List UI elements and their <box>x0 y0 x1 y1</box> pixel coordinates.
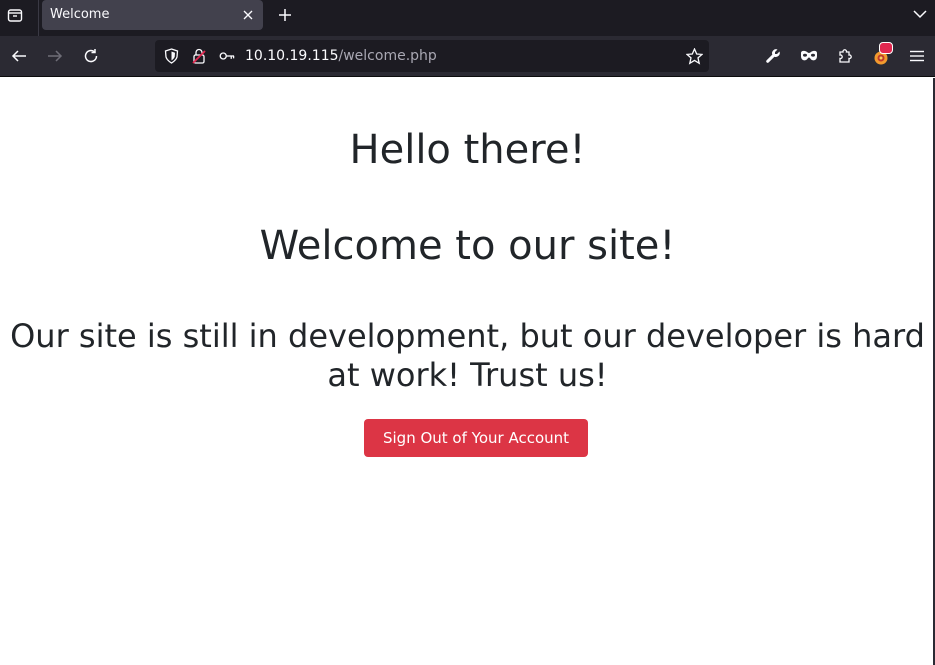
development-message: Our site is still in development, but ou… <box>10 317 925 394</box>
insecure-lock-icon[interactable] <box>191 48 207 64</box>
shield-icon[interactable] <box>163 48 179 64</box>
url-path: /welcome.php <box>338 48 437 64</box>
star-icon[interactable] <box>685 47 703 65</box>
plus-icon[interactable] <box>275 5 295 25</box>
key-icon[interactable] <box>219 48 235 64</box>
tab-list-icon[interactable] <box>4 4 26 26</box>
chevron-down-icon[interactable] <box>911 5 929 23</box>
url-host: 10.10.19.115 <box>245 48 339 64</box>
tab-title: Welcome <box>50 7 110 22</box>
tab-strip: Welcome <box>0 0 935 36</box>
navigation-toolbar: 10.10.19.115/welcome.php <box>0 36 935 77</box>
mask-icon[interactable] <box>797 44 821 68</box>
hamburger-menu-icon[interactable] <box>905 44 929 68</box>
tab-welcome[interactable]: Welcome <box>42 0 263 30</box>
url-text[interactable]: 10.10.19.115/welcome.php <box>245 48 437 64</box>
sign-out-button[interactable]: Sign Out of Your Account <box>364 419 588 457</box>
welcome-heading: Welcome to our site! <box>259 223 676 269</box>
url-bar[interactable]: 10.10.19.115/welcome.php <box>155 40 709 72</box>
wrench-icon[interactable] <box>761 44 785 68</box>
puzzle-icon[interactable] <box>833 44 857 68</box>
forward-arrow-icon[interactable] <box>43 44 67 68</box>
close-icon[interactable] <box>241 8 255 22</box>
addon-badge-icon <box>879 42 893 54</box>
back-arrow-icon[interactable] <box>7 44 31 68</box>
hello-heading: Hello there! <box>349 127 586 173</box>
tab-strip-divider <box>38 0 39 36</box>
page-content: Hello there! Welcome to our site! Our si… <box>0 78 935 665</box>
reload-icon[interactable] <box>79 44 103 68</box>
